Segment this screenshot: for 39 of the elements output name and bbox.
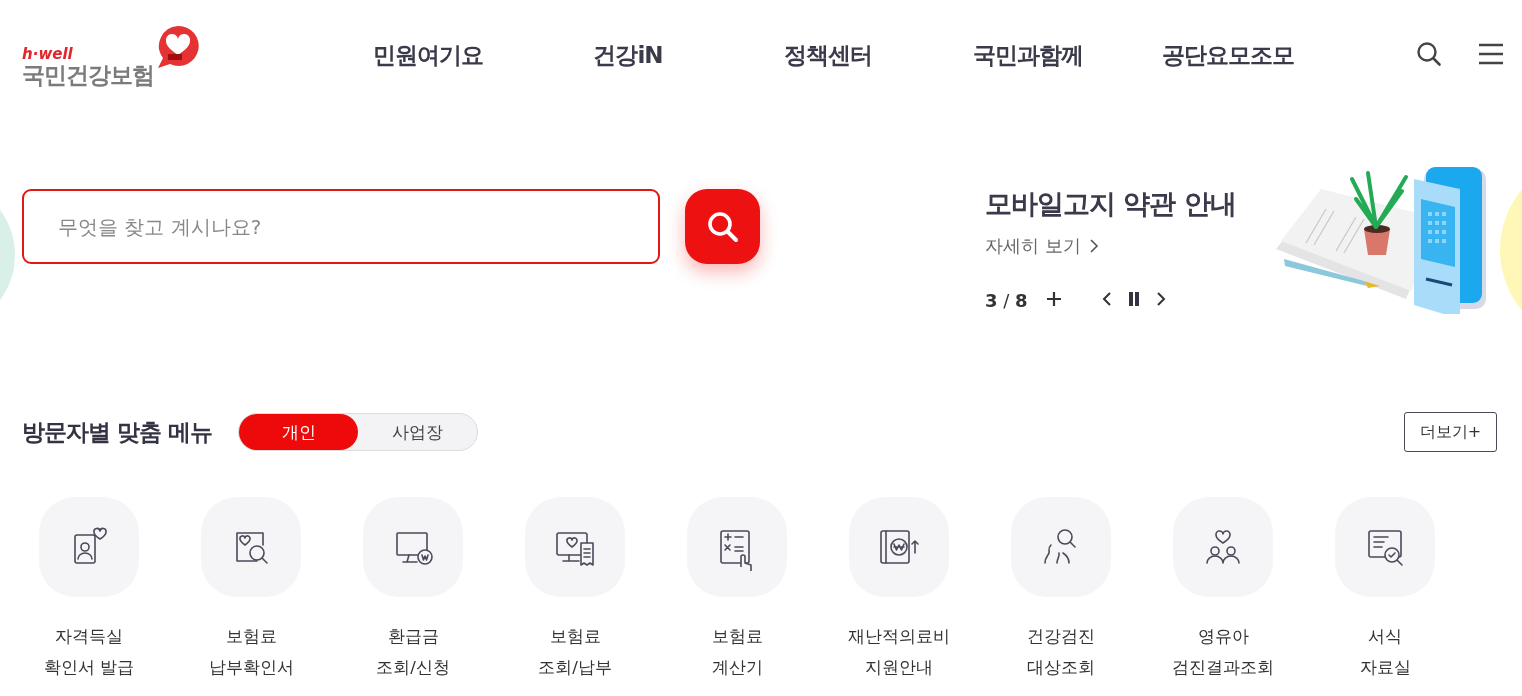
menu-tile[interactable] [849,497,949,597]
menu-label[interactable]: 서식 자료실 [1335,621,1435,683]
nav-link[interactable]: 민원여기요 [328,39,528,71]
banner-title: 모바일고지 약관 안내 [985,187,1236,221]
nav-link[interactable]: 공단요모조모 [1128,39,1328,71]
menu-label[interactable]: 영유아 검진결과조회 [1173,621,1273,683]
more-button[interactable]: 더보기+ [1404,412,1497,452]
chevron-icon [1088,239,1099,253]
menu-tile[interactable] [687,497,787,597]
menu-tile[interactable] [525,497,625,597]
logo-text: 국민건강보험 [22,62,154,88]
nav-link[interactable]: 정책센터 [728,39,928,71]
menu-tile[interactable] [1173,497,1273,597]
menu-tile[interactable] [201,497,301,597]
toggle-tab[interactable]: 사업장 [358,414,477,450]
section-title: 방문자별 맞춤 메뉴 [22,417,212,447]
menu-label[interactable]: 보험료 납부확인서 [201,621,301,683]
nav-link[interactable]: 국민과함께 [928,39,1128,71]
menu-tile[interactable] [1011,497,1111,597]
menu-tile[interactable] [1335,497,1435,597]
menu-label[interactable]: 건강검진 대상조회 [1011,621,1111,683]
menu-tile[interactable] [363,497,463,597]
toggle-tab[interactable]: 개인 [239,414,358,450]
slide-counter: 3 / 8 [985,290,1028,311]
logo[interactable]: h·well 국민건강보험 [22,20,222,90]
heart-bubble-icon [156,24,200,70]
details-link[interactable]: 자세히 보기 [985,234,1236,258]
search-button[interactable] [685,189,760,264]
menu-label[interactable]: 보험료 조회/납부 [525,621,625,683]
menu-tile[interactable] [39,497,139,597]
logo-tagline: h·well [22,46,74,62]
search-icon [705,209,740,244]
menu-label[interactable]: 자격득실 확인서 발급 [39,621,139,683]
nav-link[interactable]: 건강iN [528,39,728,71]
menu-label[interactable]: 보험료 계산기 [687,621,787,683]
menu-label[interactable]: 환급금 조회/신청 [363,621,463,683]
menu-label[interactable]: 재난적의료비 지원안내 [849,621,949,683]
search-field[interactable]: 무엇을 찾고 계시나요? [22,189,660,264]
pause-icon[interactable] [1127,292,1140,309]
